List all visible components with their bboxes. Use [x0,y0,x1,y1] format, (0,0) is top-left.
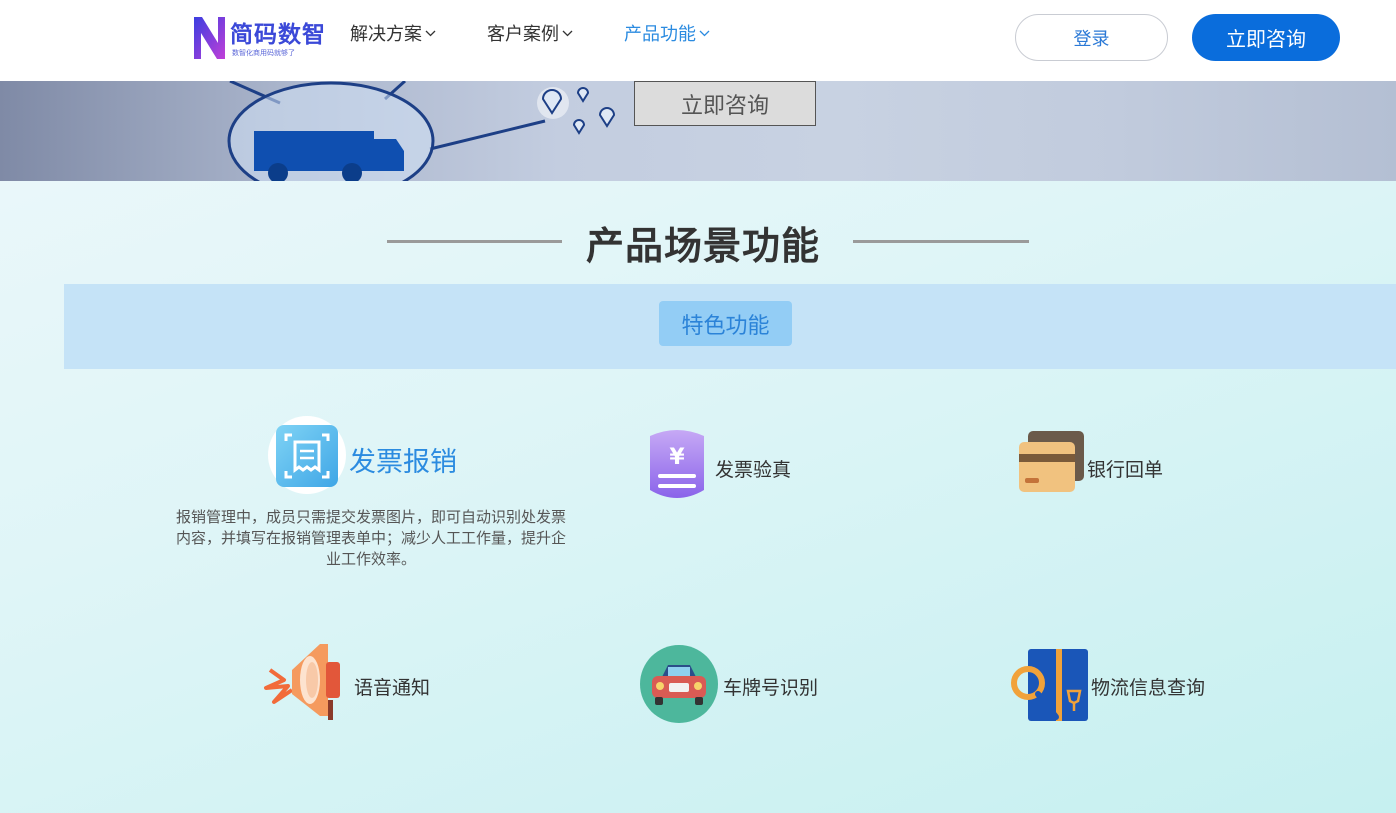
brand-name: 简码数智 [230,22,326,48]
logistics-search-icon [1011,649,1088,721]
feature-label: 车牌号识别 [723,677,819,699]
consult-button[interactable]: 立即咨询 [1192,14,1340,61]
brand-logo[interactable]: 简码数智 数智化商用码就够了 [192,13,337,63]
feature-label: 银行回单 [1087,459,1164,481]
title-divider-left [387,240,562,243]
banner-consult-button[interactable]: 立即咨询 [634,81,816,126]
nav-cases[interactable]: 客户案例 [487,20,573,46]
nav-product-features-label: 产品功能 [624,24,696,45]
bank-card-icon [1019,431,1084,492]
nav-product-features[interactable]: 产品功能 [624,20,710,46]
chevron-down-icon [562,30,573,37]
svg-text:¥: ¥ [669,445,685,470]
car-icon [640,645,718,723]
nav-solutions-label: 解决方案 [350,24,422,45]
megaphone-icon [264,644,340,720]
feature-label: 物流信息查询 [1091,677,1206,699]
tab-featured[interactable]: 特色功能 [659,301,792,346]
feature-label: 发票验真 [715,459,792,481]
hero-banner: 立即咨询 [0,81,1396,181]
site-header: 简码数智 数智化商用码就够了 解决方案 客户案例 产品功能 登录 立即咨询 [0,0,1396,81]
feature-label: 语音通知 [354,677,431,699]
nav-solutions[interactable]: 解决方案 [350,20,436,46]
login-button[interactable]: 登录 [1015,14,1168,61]
nav-cases-label: 客户案例 [487,24,559,45]
section-title: 产品场景功能 [586,224,821,268]
receipt-scan-icon [268,416,346,494]
chevron-down-icon [699,30,710,37]
feature-description: 报销管理中，成员只需提交发票图片，即可自动识别处发票内容，并填写在报销管理表单中… [175,508,566,568]
logo-mark-icon [194,17,225,59]
yen-invoice-icon: ¥ [650,430,704,498]
chevron-down-icon [425,30,436,37]
brand-slogan: 数智化商用码就够了 [232,49,295,57]
feature-label: 发票报销 [349,447,457,478]
title-divider-right [853,240,1029,243]
